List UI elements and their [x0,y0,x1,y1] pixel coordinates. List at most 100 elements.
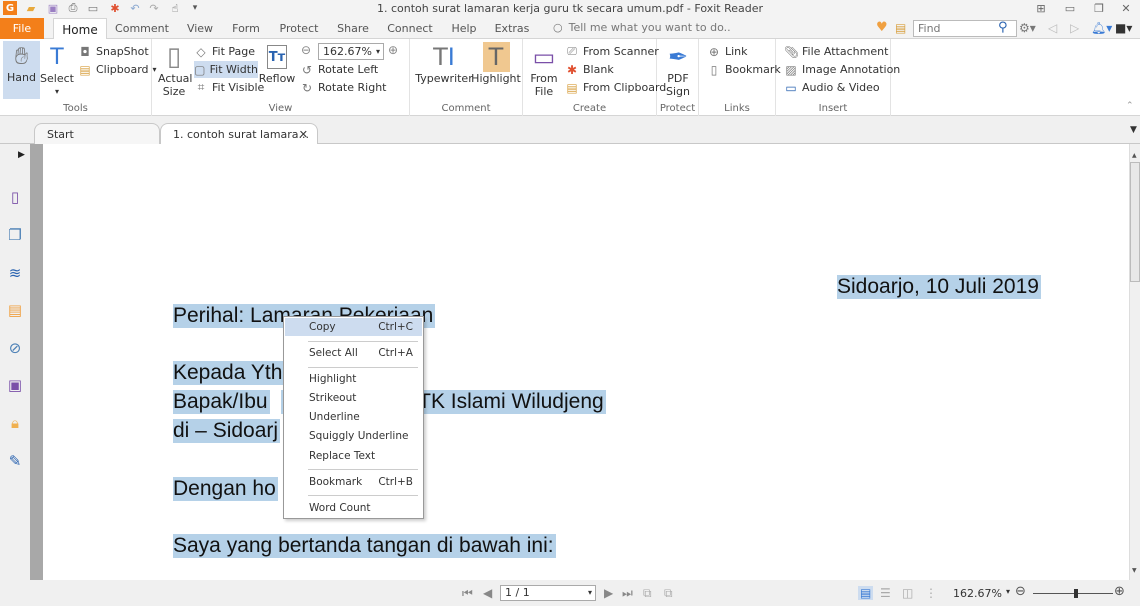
tab-protect[interactable]: Protect [276,18,322,39]
zoom-select[interactable]: 162.67% ▾ [318,43,384,60]
doc-tab-current[interactable]: 1. contoh surat lamara... ✕ [160,123,318,144]
doc-date[interactable]: Sidoarjo, 10 Juli 2019 [837,275,1041,299]
continuous-facing-icon[interactable]: ⋮ [925,586,937,600]
menu-item-highlight[interactable]: Highlight [285,370,422,388]
next-view-icon[interactable]: ⧉ [664,586,673,601]
redo-icon[interactable]: ↷ [147,1,161,15]
save-icon[interactable]: ▣ [46,1,60,15]
notification-bell-icon[interactable]: 🔔︎▾ [1091,21,1112,35]
sign-user-icon[interactable]: ✎ [6,452,24,470]
rotate-right-button[interactable]: ↻ Rotate Right [300,79,387,96]
previous-page-icon[interactable]: ◀ [483,586,492,600]
undo-icon[interactable]: ↶ [128,1,142,15]
zoom-dropdown-icon[interactable]: ▾ [1006,587,1010,596]
zoom-slider-thumb[interactable] [1074,589,1078,598]
collapse-ribbon-icon[interactable]: ⌃ [1126,101,1134,111]
zoom-slider-track[interactable] [1033,593,1113,594]
doc-saya[interactable]: Saya yang bertanda tangan di bawah ini: [173,534,556,558]
heart-icon[interactable]: ♥ [876,20,888,35]
blank-button[interactable]: ✱ Blank [565,61,614,78]
menu-item-copy[interactable]: Copy Ctrl+C [285,318,422,336]
fit-width-button[interactable]: ▢ Fit Width [194,61,258,78]
tab-help[interactable]: Help [448,18,480,39]
pages-panel-icon[interactable]: ❐ [6,226,24,244]
link-button[interactable]: ⊕ Link [707,43,748,60]
file-attachment-button[interactable]: 📎︎ File Attachment [784,43,888,60]
forward-icon[interactable]: ▷ [1070,21,1079,35]
search-icon[interactable]: ⚲ [998,20,1008,35]
hand-button[interactable]: ✋︎ Hand [3,41,40,99]
audio-video-button[interactable]: ▭ Audio & Video [784,79,879,96]
attachments-panel-icon[interactable]: ⊘ [6,339,24,357]
from-scanner-button[interactable]: ⎚ From Scanner [565,43,659,60]
continuous-page-icon[interactable]: ☰ [880,586,891,600]
security-lock-icon[interactable]: 🔒︎ [6,414,24,432]
email-icon[interactable]: ▭ [86,1,100,15]
zoom-out-icon[interactable]: ⊖ [301,43,311,57]
select-button[interactable]: T Select ▾ [40,42,74,98]
scrollbar-thumb[interactable] [1130,162,1140,282]
menu-item-underline[interactable]: Underline [285,408,422,426]
first-page-icon[interactable]: ⏮︎ [462,586,473,601]
last-page-icon[interactable]: ⏭︎ [622,586,633,601]
bookmark-button[interactable]: ▯ Bookmark [707,61,781,78]
tab-view[interactable]: View [182,18,218,39]
menu-item-bookmark[interactable]: Bookmark Ctrl+B [285,473,422,491]
doc-bapak[interactable]: Bapak/Ibu [173,390,270,414]
clipboard-button[interactable]: ▤ Clipboard ▾ [78,61,156,78]
new-icon[interactable]: ✱ [108,1,122,15]
foxit-logo-icon[interactable]: G [3,1,17,15]
pdf-sign-button[interactable]: ✒ PDF Sign [663,42,693,99]
tab-form[interactable]: Form [228,18,264,39]
menu-item-strikeout[interactable]: Strikeout [285,389,422,407]
menu-item-replace-text[interactable]: Replace Text [285,447,422,465]
panel-splitter[interactable] [30,144,43,580]
close-tab-icon[interactable]: ✕ [299,128,308,141]
snapshot-button[interactable]: ◘ SnapShot [78,43,148,60]
zoom-in-icon[interactable]: ⊕ [388,43,398,57]
back-icon[interactable]: ◁ [1048,21,1057,35]
scroll-down-icon[interactable]: ▼ [1132,567,1137,574]
print-icon[interactable]: ⎙ [66,1,80,15]
menu-item-select-all[interactable]: Select All Ctrl+A [285,344,422,362]
hand-tool-icon[interactable]: ☝ [168,1,182,15]
from-file-button[interactable]: ▭ From File [529,42,559,99]
comments-panel-icon[interactable]: ▤ [6,301,24,319]
expand-panel-icon[interactable]: ▶ [18,150,25,160]
actual-size-button[interactable]: ▯ Actual Size [158,42,192,99]
typewriter-button[interactable]: TI Typewriter [415,42,472,86]
pdf-page[interactable]: Sidoarjo, 10 Juli 2019 Perihal: Lamaran … [43,144,1129,580]
from-clipboard-button[interactable]: ▤ From Clipboard [565,79,666,96]
fit-visible-button[interactable]: ⌗ Fit Visible [194,79,265,96]
tell-me-box[interactable]: ○ Tell me what you want to do.. [553,21,731,34]
facing-page-icon[interactable]: ◫ [902,586,913,600]
single-page-icon[interactable]: ▤ [858,586,874,600]
image-annotation-button[interactable]: ▨ Image Annotation [784,61,900,78]
restore-layout-icon[interactable]: ⊞ [1027,0,1055,16]
tab-comment[interactable]: Comment [112,18,172,39]
close-icon[interactable]: ✕ [1112,0,1140,16]
open-icon[interactable]: ▰ [24,1,38,15]
tab-home[interactable]: Home [53,18,107,40]
fit-page-button[interactable]: ◇ Fit Page [194,43,255,60]
bookmarks-panel-icon[interactable]: ▯ [6,188,24,206]
account-icon[interactable]: ■▾ [1115,21,1132,35]
doc-dengan[interactable]: Dengan ho [173,477,278,501]
layers-panel-icon[interactable]: ≋ [6,264,24,282]
reflow-button[interactable]: Tт Reflow [259,42,295,85]
rotate-left-button[interactable]: ↺ Rotate Left [300,61,378,78]
page-number-input[interactable]: 1 / 1 ▾ [500,585,596,601]
zoom-out-icon[interactable]: ⊖ [1015,584,1026,599]
highlight-button[interactable]: T Highlight [471,42,521,85]
zoom-in-icon[interactable]: ⊕ [1114,584,1125,599]
doc-tab-start[interactable]: Start [34,123,160,144]
menu-item-word-count[interactable]: Word Count [285,499,422,517]
maximize-icon[interactable]: ❐ [1085,0,1113,16]
previous-view-icon[interactable]: ⧉ [643,586,652,601]
customize-icon[interactable]: ▾ [188,1,202,15]
doc-di[interactable]: di – Sidoarj [173,419,281,443]
tab-file[interactable]: File [0,18,44,39]
minimize-icon[interactable]: ▭ [1056,0,1084,16]
gear-icon[interactable]: ⚙▾ [1019,21,1036,35]
search-folder-icon[interactable]: ▤ [895,21,906,35]
